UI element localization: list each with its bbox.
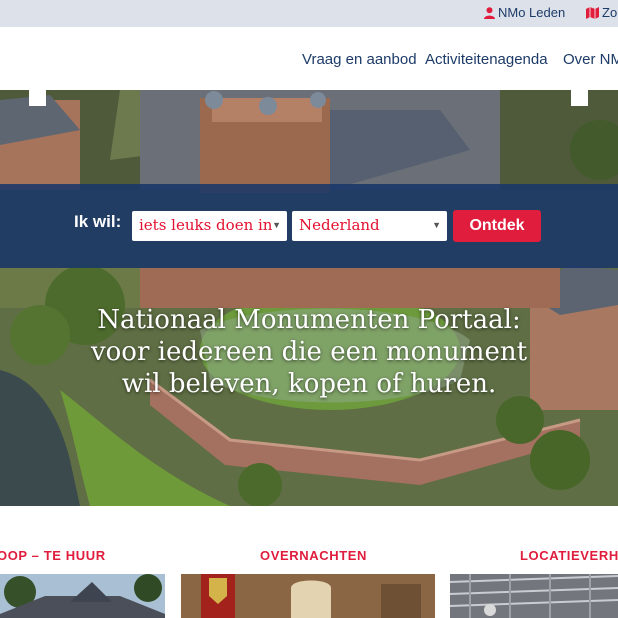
user-icon bbox=[484, 7, 495, 19]
utility-bar: NMo Leden Zo bbox=[0, 0, 618, 27]
category-locatieverhuur-title[interactable]: LOCATIEVERHU bbox=[520, 548, 618, 563]
hero-notch-left bbox=[29, 90, 46, 106]
location-select-value: Nederland bbox=[299, 216, 380, 234]
nav-vraag-en-aanbod[interactable]: Vraag en aanbod bbox=[302, 51, 417, 68]
nav-activiteitenagenda[interactable]: Activiteitenagenda bbox=[425, 51, 548, 68]
nmo-leden-link[interactable]: NMo Leden bbox=[484, 5, 565, 20]
category-locatieverhuur-image[interactable] bbox=[450, 574, 618, 618]
activity-select-value: iets leuks doen in bbox=[139, 216, 273, 234]
castle-aerial-photo bbox=[0, 90, 618, 506]
ik-wil-label: Ik wil: bbox=[74, 212, 122, 231]
chevron-down-icon: ▼ bbox=[432, 220, 441, 230]
tagline-line-3: wil beleven, kopen of huren. bbox=[121, 369, 497, 399]
category-koop-huur-title[interactable]: OOP – TE HUUR bbox=[0, 548, 106, 563]
hero-tagline: Nationaal Monumenten Portaal: voor ieder… bbox=[0, 304, 618, 400]
category-overnachten-image[interactable] bbox=[181, 574, 435, 618]
zoek-link[interactable]: Zo bbox=[586, 5, 617, 20]
main-navigation: Vraag en aanbod Activiteitenagenda Over … bbox=[0, 27, 618, 90]
nmo-leden-label: NMo Leden bbox=[498, 5, 566, 20]
hero-notch-right bbox=[571, 90, 588, 106]
tagline-line-2: voor iedereen die een monument bbox=[90, 337, 528, 367]
location-select[interactable]: Nederland ▼ bbox=[292, 211, 447, 241]
category-koop-huur-image[interactable] bbox=[0, 574, 165, 618]
ontdek-button[interactable]: Ontdek bbox=[453, 210, 541, 242]
nav-over-nmo[interactable]: Over NM bbox=[563, 51, 618, 68]
tagline-line-1: Nationaal Monumenten Portaal: bbox=[97, 305, 521, 335]
hero-banner: Ik wil: iets leuks doen in ▼ Nederland ▼… bbox=[0, 90, 618, 506]
category-overnachten-title[interactable]: OVERNACHTEN bbox=[260, 548, 367, 563]
search-band: Ik wil: iets leuks doen in ▼ Nederland ▼… bbox=[0, 184, 618, 268]
activity-select[interactable]: iets leuks doen in ▼ bbox=[132, 211, 287, 241]
chevron-down-icon: ▼ bbox=[272, 220, 281, 230]
map-icon bbox=[586, 7, 599, 19]
zoek-label: Zo bbox=[602, 5, 618, 20]
